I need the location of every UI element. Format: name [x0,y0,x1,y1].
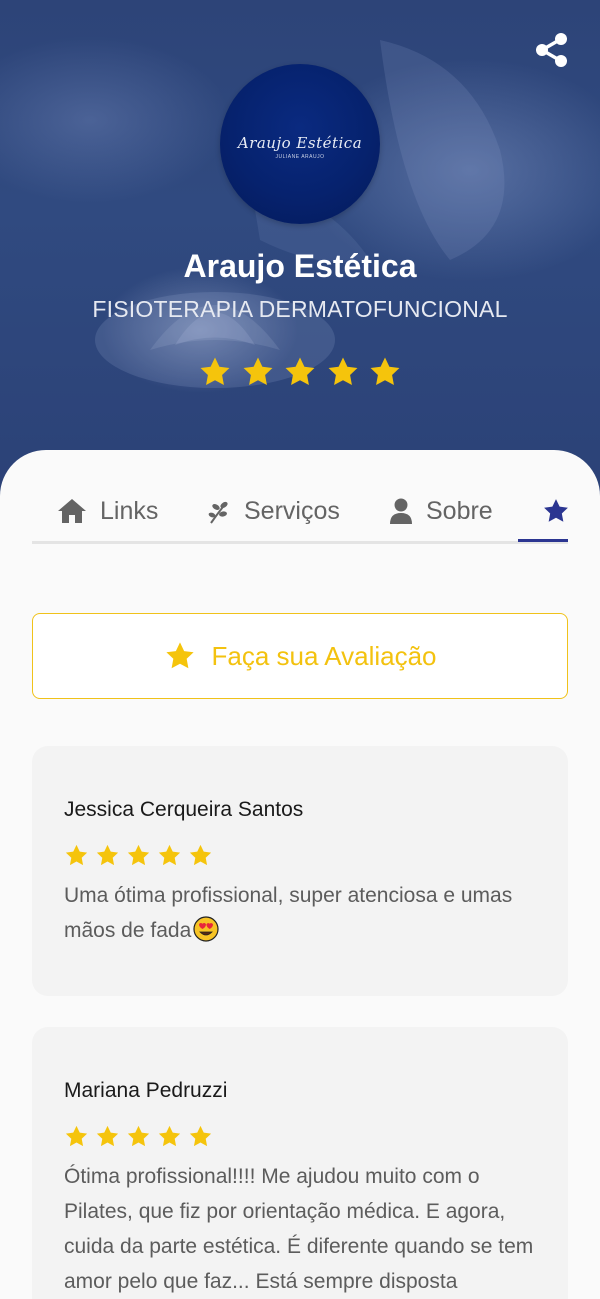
tab-about[interactable]: Sobre [388,480,493,542]
tab-services[interactable]: Serviços [206,480,340,542]
tab-links[interactable]: Links [56,480,158,542]
share-button[interactable] [532,30,572,70]
profile-name: Araujo Estética [183,248,417,284]
star-icon [127,844,150,865]
profile-rating [198,352,402,392]
logo-text: Araujo Estética [237,134,363,152]
star-icon [285,357,315,386]
tab-about-label: Sobre [426,496,493,525]
star-icon [127,1125,150,1146]
star-icon [243,357,272,386]
star-icon [328,357,357,386]
tab-links-label: Links [100,496,159,525]
logo-subtext: JULIANE ARAUJO [275,154,325,160]
star-icon [96,844,119,865]
star-icon [200,357,230,386]
review-text: Ótima profissional!!!! Me ajudou muito c… [64,1165,534,1293]
home-icon [58,499,86,523]
profile-subtitle: FISIOTERAPIA DERMATOFUNCIONAL [92,296,508,322]
share-icon [536,33,567,67]
star-icon [189,844,212,865]
heart-eyes-emoji-icon [193,916,219,942]
tab-bar: Links Serviços Sobre [32,480,568,544]
tab-reviews[interactable] [542,480,582,542]
review-card: Mariana Pedruzzi Ótima profissional!!!! … [32,1027,568,1299]
user-icon [390,498,412,524]
star-icon [158,844,181,865]
review-author: Mariana Pedruzzi [64,1079,228,1102]
star-icon [96,1125,119,1146]
star-icon [65,1125,88,1146]
review-card: Jessica Cerqueira Santos Uma ótima profi… [32,746,568,996]
leaf-icon [208,501,228,524]
star-icon [189,1125,212,1146]
review-rating [64,842,536,868]
profile-logo: Araujo Estética JULIANE ARAUJO [220,64,380,224]
review-text-content: Uma ótima profissional, super atenciosa … [64,884,513,942]
review-author: Jessica Cerqueira Santos [64,798,304,821]
add-review-button[interactable]: Faça sua Avaliação [32,613,568,699]
star-icon [370,357,400,386]
star-icon [165,642,194,669]
tab-services-label: Serviços [244,496,340,525]
star-icon [544,499,568,522]
add-review-label: Faça sua Avaliação [211,640,437,671]
review-rating [64,1123,536,1149]
active-tab-indicator [518,539,568,542]
star-icon [65,844,88,865]
review-text: Uma ótima profissional, super atenciosa … [64,878,536,948]
profile-header: Araujo Estética JULIANE ARAUJO Araujo Es… [0,0,600,520]
star-icon [158,1125,181,1146]
